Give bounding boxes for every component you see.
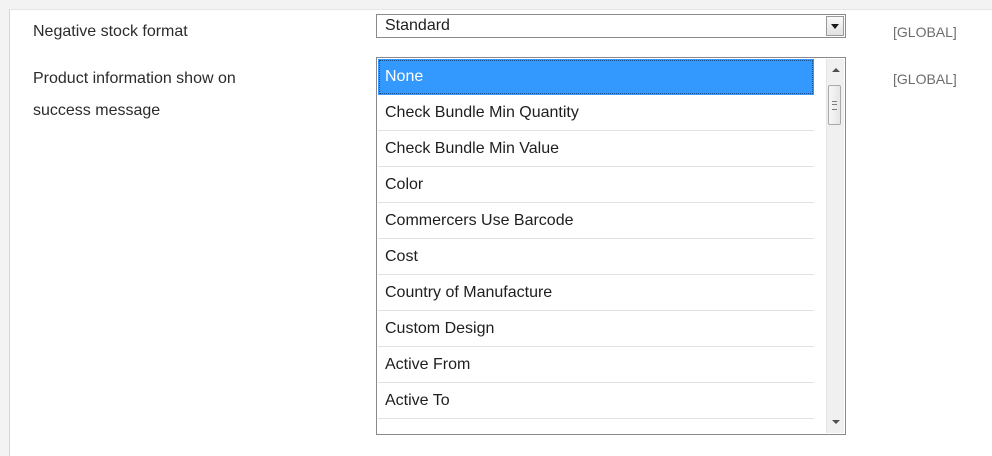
scrollbar-thumb[interactable]	[828, 85, 841, 125]
chevron-down-icon[interactable]	[826, 16, 844, 36]
option-check-bundle-min-quantity[interactable]: Check Bundle Min Quantity	[378, 95, 814, 131]
grip-icon	[832, 101, 837, 110]
product-info-label-line2: success message	[33, 102, 161, 119]
product-info-label-line1: Product information show on	[33, 70, 236, 87]
option-commercers-use-barcode[interactable]: Commercers Use Barcode	[378, 203, 814, 239]
option-country-of-manufacture[interactable]: Country of Manufacture	[378, 275, 814, 311]
product-info-scope: [GLOBAL]	[893, 71, 957, 87]
product-info-multiselect[interactable]: None Check Bundle Min Quantity Check Bundl…	[376, 57, 846, 435]
option-active-to[interactable]: Active To	[378, 383, 814, 419]
option-color[interactable]: Color	[378, 167, 814, 203]
option-list: None Check Bundle Min Quantity Check Bundl…	[378, 59, 814, 419]
negative-stock-format-value: Standard	[385, 17, 450, 34]
option-custom-design[interactable]: Custom Design	[378, 311, 814, 347]
scroll-down-arrow-icon[interactable]	[827, 414, 844, 431]
option-cost[interactable]: Cost	[378, 239, 814, 275]
option-none[interactable]: None	[378, 59, 814, 95]
scroll-up-arrow-icon[interactable]	[827, 61, 844, 78]
negative-stock-format-select[interactable]: Standard	[376, 14, 846, 38]
negative-stock-format-scope: [GLOBAL]	[893, 24, 957, 40]
option-check-bundle-min-value[interactable]: Check Bundle Min Value	[378, 131, 814, 167]
negative-stock-format-label: Negative stock format	[33, 23, 188, 40]
listbox-scrollbar[interactable]	[826, 59, 844, 433]
option-active-from[interactable]: Active From	[378, 347, 814, 383]
